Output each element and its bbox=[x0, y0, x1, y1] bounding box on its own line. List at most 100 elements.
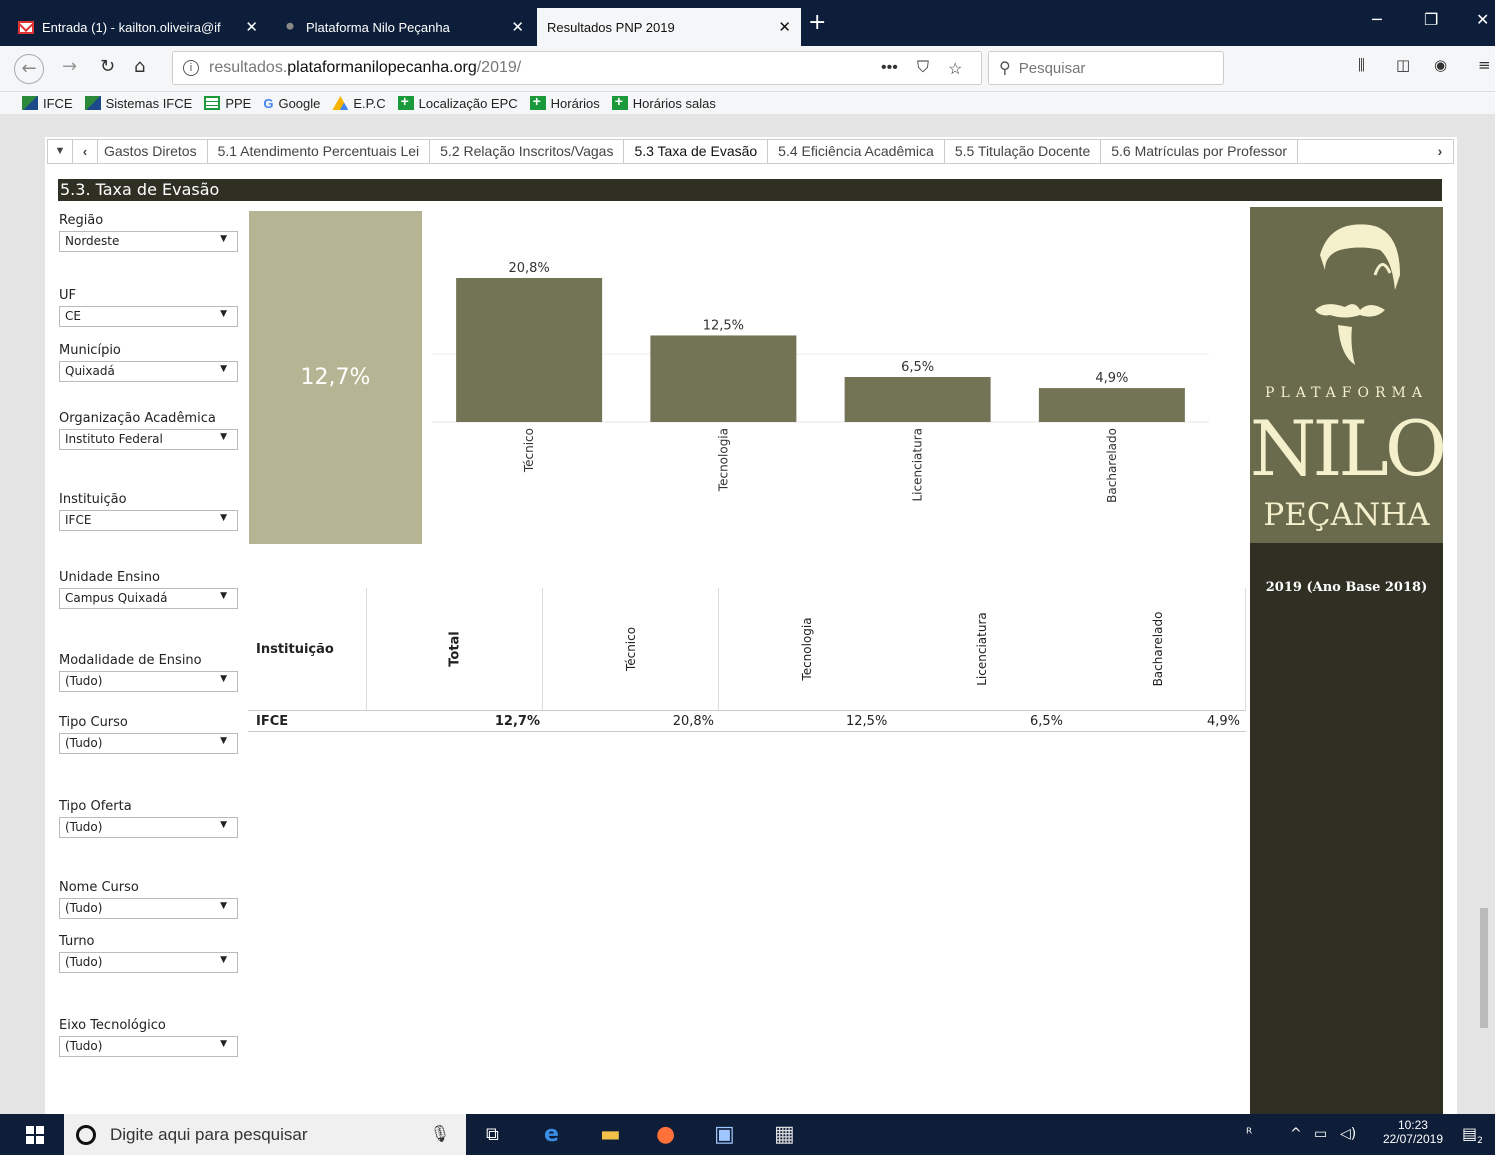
bar-licenciatura[interactable] bbox=[844, 377, 991, 422]
tabs-menu-icon[interactable]: ▼ bbox=[48, 140, 73, 163]
dropdown-arrow-icon: ▼ bbox=[220, 591, 227, 601]
account-icon[interactable]: ◉ bbox=[1434, 56, 1447, 74]
edge-icon[interactable]: e bbox=[544, 1122, 559, 1147]
close-tab-icon[interactable]: ✕ bbox=[511, 18, 524, 36]
col-header-licenciatura: Licenciatura bbox=[894, 588, 1070, 710]
filter-tipo-oferta: Tipo Oferta (Tudo) ▼ bbox=[59, 799, 239, 838]
search-input[interactable]: ⚲ Pesquisar bbox=[988, 51, 1224, 85]
bookmark-label: Sistemas IFCE bbox=[105, 95, 193, 111]
eixo-select[interactable]: (Tudo) ▼ bbox=[59, 1036, 238, 1057]
classroom-icon bbox=[611, 93, 628, 110]
forward-button[interactable]: → bbox=[62, 56, 77, 77]
url-host: plataformanilopecanha.org bbox=[287, 59, 477, 76]
pocket-icon[interactable]: ⛉ bbox=[917, 59, 929, 77]
start-button[interactable] bbox=[26, 1126, 44, 1144]
back-button[interactable]: ← bbox=[14, 54, 44, 84]
tabs-scroll-right-icon[interactable]: › bbox=[1427, 140, 1453, 163]
dropdown-arrow-icon: ▼ bbox=[220, 309, 227, 319]
instituicao-select[interactable]: IFCE ▼ bbox=[59, 510, 238, 531]
taskbar-search-input[interactable]: Digite aqui para pesquisar 🎙 bbox=[64, 1114, 466, 1155]
bar-data-label: 6,5% bbox=[901, 360, 934, 375]
municipio-select[interactable]: Quixadá ▼ bbox=[59, 361, 238, 382]
filter-turno: Turno (Tudo) ▼ bbox=[59, 934, 239, 973]
bookmark-sistemas-ifce[interactable]: Sistemas IFCE bbox=[84, 95, 193, 111]
tray-expand-icon[interactable]: ^ bbox=[1290, 1126, 1302, 1142]
tipo-curso-select[interactable]: (Tudo) ▼ bbox=[59, 733, 238, 754]
tab-eficiencia[interactable]: 5.4 Eficiência Acadêmica bbox=[768, 140, 945, 163]
task-view-icon[interactable]: ⧉ bbox=[486, 1124, 499, 1145]
bookmark-label: IFCE bbox=[43, 95, 73, 111]
filter-label: Tipo Oferta bbox=[59, 799, 132, 814]
spreadsheet-icon bbox=[204, 96, 221, 110]
evasao-table: Instituição Total Técnico Tecnologia Lic… bbox=[248, 588, 1246, 734]
browser-tab-nilo[interactable]: Plataforma Nilo Peçanha ✕ bbox=[272, 8, 534, 46]
bookmark-horarios[interactable]: Horários bbox=[529, 93, 600, 111]
kpi-total-evasao[interactable]: 12,7% bbox=[249, 211, 422, 544]
notifications-icon[interactable]: ▤2 bbox=[1462, 1124, 1483, 1146]
unidade-select[interactable]: Campus Quixadá ▼ bbox=[59, 588, 238, 609]
reload-button[interactable]: ↻ bbox=[100, 56, 115, 77]
bookmark-star-icon[interactable]: ☆ bbox=[948, 59, 962, 79]
col-header-total: Total bbox=[366, 588, 542, 710]
tray-clock[interactable]: 10:23 22/07/2019 bbox=[1383, 1118, 1443, 1146]
sidebar-icon[interactable]: ◫ bbox=[1396, 56, 1410, 74]
browser-tab-gmail[interactable]: Entrada (1) - kailton.oliveira@if ✕ bbox=[8, 8, 268, 46]
minimize-icon[interactable]: ─ bbox=[1372, 10, 1382, 29]
bookmark-epc[interactable]: E.P.C bbox=[332, 96, 386, 111]
close-tab-icon[interactable]: ✕ bbox=[778, 18, 791, 36]
tab-gastos-diretos[interactable]: Gastos Diretos bbox=[94, 140, 208, 163]
tab-taxa-evasao[interactable]: 5.3 Taxa de Evasão bbox=[624, 140, 769, 163]
url-path: /2019/ bbox=[476, 59, 522, 76]
bookmark-label: Google bbox=[278, 95, 321, 111]
file-explorer-icon[interactable]: ▬ bbox=[600, 1122, 621, 1147]
remote-desktop-icon[interactable]: ▣ bbox=[714, 1122, 735, 1147]
page-scrollbar[interactable] bbox=[1478, 118, 1490, 1113]
bookmark-ppe[interactable]: PPE bbox=[204, 96, 251, 111]
close-window-icon[interactable]: ✕ bbox=[1476, 10, 1489, 29]
bookmark-icon bbox=[84, 96, 101, 110]
select-value: (Tudo) bbox=[65, 674, 103, 688]
bookmark-google[interactable]: G Google bbox=[263, 95, 321, 112]
turno-select[interactable]: (Tudo) ▼ bbox=[59, 952, 238, 973]
calculator-icon[interactable]: ▦ bbox=[774, 1122, 795, 1147]
browser-tab-resultados[interactable]: Resultados PNP 2019 ✕ bbox=[537, 8, 801, 46]
page-actions-menu[interactable]: ••• bbox=[881, 59, 898, 77]
tab-atendimento[interactable]: 5.1 Atendimento Percentuais Lei bbox=[208, 140, 431, 163]
library-icon[interactable]: ⫼ bbox=[1358, 56, 1365, 74]
uf-select[interactable]: CE ▼ bbox=[59, 306, 238, 327]
bookmark-horarios-salas[interactable]: Horários salas bbox=[611, 93, 716, 111]
home-button[interactable]: ⌂ bbox=[134, 56, 145, 77]
organizacao-select[interactable]: Instituto Federal ▼ bbox=[59, 429, 238, 450]
table-row-header: Instituição bbox=[256, 642, 334, 657]
bar-tecnologia[interactable] bbox=[650, 335, 797, 422]
new-tab-button[interactable]: + bbox=[808, 10, 826, 35]
table-row[interactable]: IFCE 12,7% 20,8% 12,5% 6,5% 4,9% bbox=[248, 710, 1246, 732]
firefox-icon[interactable]: ● bbox=[656, 1122, 675, 1147]
page-title: 5.3. Taxa de Evasão bbox=[58, 179, 1442, 201]
bookmark-localizacao[interactable]: Localização EPC bbox=[397, 93, 518, 111]
url-bar[interactable]: i resultados. plataformanilopecanha.org/2… bbox=[172, 51, 982, 85]
filter-tipo-curso: Tipo Curso (Tudo) ▼ bbox=[59, 715, 239, 754]
menu-icon[interactable]: ≡ bbox=[1478, 56, 1491, 74]
regiao-select[interactable]: Nordeste ▼ bbox=[59, 231, 238, 252]
tab-matriculas[interactable]: 5.6 Matrículas por Professor bbox=[1101, 140, 1299, 163]
nome-curso-select[interactable]: (Tudo) ▼ bbox=[59, 898, 238, 919]
filter-nome-curso: Nome Curso (Tudo) ▼ bbox=[59, 880, 239, 919]
filter-unidade: Unidade Ensino Campus Quixadá ▼ bbox=[59, 570, 239, 609]
scrollbar-thumb[interactable] bbox=[1480, 908, 1488, 1028]
microphone-icon[interactable]: 🎙 bbox=[430, 1124, 450, 1144]
tab-titulacao[interactable]: 5.5 Titulação Docente bbox=[945, 140, 1102, 163]
tipo-oferta-select[interactable]: (Tudo) ▼ bbox=[59, 817, 238, 838]
select-value: Nordeste bbox=[65, 234, 120, 248]
restore-icon[interactable]: ❐ bbox=[1424, 10, 1438, 29]
bar-técnico[interactable] bbox=[456, 278, 603, 422]
modalidade-select[interactable]: (Tudo) ▼ bbox=[59, 671, 238, 692]
bar-bacharelado[interactable] bbox=[1038, 388, 1185, 422]
bookmark-ifce[interactable]: IFCE bbox=[22, 96, 73, 111]
people-icon[interactable]: ᴿ bbox=[1246, 1126, 1252, 1142]
close-tab-icon[interactable]: ✕ bbox=[245, 18, 258, 36]
tab-relacao-inscritos[interactable]: 5.2 Relação Inscritos/Vagas bbox=[430, 140, 625, 163]
volume-icon[interactable]: ◁) bbox=[1340, 1126, 1356, 1142]
network-icon[interactable]: ▭ bbox=[1314, 1126, 1327, 1142]
info-icon[interactable]: i bbox=[183, 60, 199, 76]
